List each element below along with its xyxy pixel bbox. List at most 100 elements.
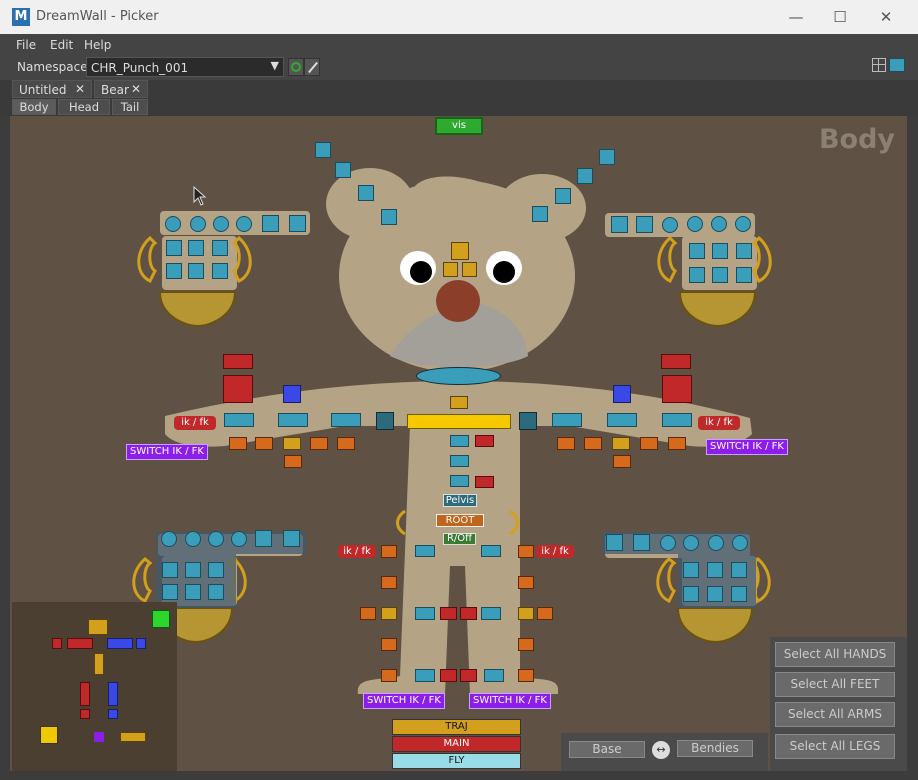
select-all-hands-button[interactable]: Select All HANDS [775,642,895,667]
shoulder-control-r[interactable] [223,354,253,369]
finger-control[interactable] [687,216,703,232]
spine-bar[interactable] [407,414,511,429]
finger-fk-control[interactable] [584,437,602,450]
finger-control[interactable] [190,216,206,232]
maximize-button[interactable]: ☐ [820,4,860,30]
toe-control[interactable] [283,530,300,547]
clavicle-control-r[interactable] [223,375,253,403]
minimize-button[interactable]: — [776,4,816,30]
clavicle-control-l[interactable] [662,375,692,403]
finger-control[interactable] [166,240,182,256]
leg-control[interactable] [360,607,376,620]
finger-control[interactable] [165,216,181,232]
arm-control[interactable] [278,413,308,427]
settings-toggle-icon[interactable] [889,58,905,72]
finger-control[interactable] [689,243,705,259]
main-button[interactable]: MAIN [392,736,521,752]
tab-untitled[interactable]: Untitled ✕ [12,80,92,98]
base-button[interactable]: Base [569,741,645,758]
finger-fk-control[interactable] [613,455,631,468]
traj-button[interactable]: TRAJ [392,719,521,735]
ear-control[interactable] [315,142,331,158]
foot-control[interactable] [518,669,534,682]
arm-control[interactable] [376,412,394,430]
ikfk-label[interactable]: ik / fk [536,545,574,558]
close-icon[interactable]: ✕ [131,82,141,96]
switch-ikfk-button[interactable]: SWITCH IK / FK [126,444,208,460]
toe-control[interactable] [606,534,623,551]
leg-control[interactable] [381,545,397,558]
finger-control[interactable] [636,216,653,233]
foot-control[interactable] [415,669,435,682]
menu-file[interactable]: File [16,38,36,52]
toe-control[interactable] [683,562,699,578]
toe-control[interactable] [161,531,177,547]
select-all-feet-button[interactable]: Select All FEET [775,672,895,697]
ear-control[interactable] [555,188,571,204]
foot-control[interactable] [460,669,477,682]
select-all-arms-button[interactable]: Select All ARMS [775,702,895,727]
leg-control[interactable] [440,607,457,620]
arm-pole-r[interactable] [283,385,301,403]
toe-control[interactable] [208,531,224,547]
finger-control[interactable] [736,243,752,259]
ear-control[interactable] [381,209,397,225]
ear-control[interactable] [335,162,351,178]
finger-control[interactable] [611,216,628,233]
ear-control[interactable] [358,185,374,201]
toe-control[interactable] [185,562,201,578]
toe-control[interactable] [162,584,178,600]
leg-control[interactable] [481,607,501,620]
ikfk-label[interactable]: ik / fk [698,416,740,430]
eyedropper-icon[interactable] [304,58,320,76]
leg-control[interactable] [460,607,477,620]
toe-control[interactable] [732,535,748,551]
finger-fk-control[interactable] [337,437,355,450]
spine-control[interactable] [450,475,469,487]
bendies-button[interactable]: Bendies [677,740,753,757]
nose-control[interactable] [451,242,469,260]
subtab-body[interactable]: Body [12,99,56,115]
subtab-tail[interactable]: Tail [112,99,148,115]
finger-control[interactable] [736,267,752,283]
arm-pole-l[interactable] [613,385,631,403]
picker-canvas[interactable]: Body vis ik / fk ik / fk SWITCH IK / FK … [10,116,907,771]
arm-control[interactable] [224,413,254,427]
leg-control[interactable] [518,607,534,620]
finger-control[interactable] [212,263,228,279]
ikfk-label[interactable]: ik / fk [174,416,216,430]
foot-control[interactable] [484,669,504,682]
finger-fk-control[interactable] [640,437,658,450]
finger-control[interactable] [188,263,204,279]
arm-control[interactable] [552,413,582,427]
ear-control[interactable] [599,149,615,165]
leg-control[interactable] [518,576,534,589]
toe-control[interactable] [185,584,201,600]
finger-control[interactable] [712,243,728,259]
finger-control[interactable] [289,215,306,232]
finger-fk-control[interactable] [284,455,302,468]
toe-control[interactable] [660,535,676,551]
arm-control[interactable] [607,413,637,427]
foot-control[interactable] [440,669,457,682]
toe-control[interactable] [633,534,650,551]
finger-control[interactable] [711,216,727,232]
nose-control[interactable] [462,262,477,277]
fly-button[interactable]: FLY [392,753,521,769]
ear-control[interactable] [532,206,548,222]
finger-control[interactable] [662,217,678,233]
finger-fk-control[interactable] [310,437,328,450]
spine-control[interactable] [475,476,494,488]
toe-control[interactable] [208,584,224,600]
refresh-icon[interactable] [288,58,304,76]
leg-control[interactable] [381,576,397,589]
finger-fk-control[interactable] [612,437,630,450]
toe-control[interactable] [255,530,272,547]
menu-edit[interactable]: Edit [50,38,73,52]
spine-control[interactable] [475,435,494,447]
subtab-head[interactable]: Head [58,99,110,115]
leg-control[interactable] [518,545,534,558]
finger-control[interactable] [188,240,204,256]
leg-control[interactable] [381,607,397,620]
finger-control[interactable] [712,267,728,283]
